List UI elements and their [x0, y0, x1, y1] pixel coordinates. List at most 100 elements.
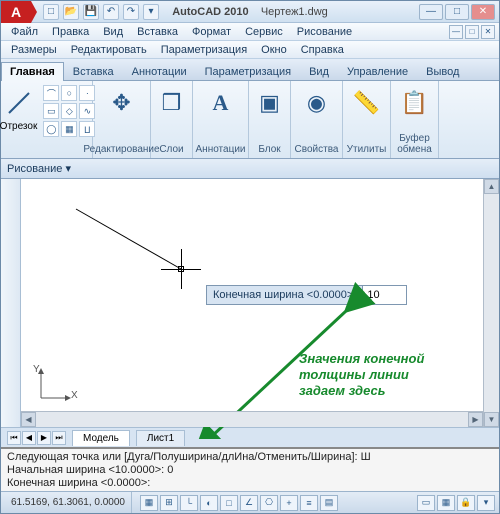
- measure-icon: 📏: [351, 87, 383, 119]
- line-tool-button[interactable]: Отрезок: [0, 85, 39, 134]
- child-restore-button[interactable]: □: [465, 25, 479, 39]
- model-button[interactable]: ▭: [417, 495, 435, 511]
- utilities-button[interactable]: 📏: [349, 85, 385, 121]
- qat-save-icon[interactable]: 💾: [83, 4, 99, 20]
- menu-draw[interactable]: Рисование: [291, 25, 358, 39]
- doc-name: Чертеж1.dwg: [261, 6, 328, 18]
- menu-edit[interactable]: Правка: [46, 25, 95, 39]
- tab-nav-next[interactable]: ▶: [37, 431, 51, 445]
- tab-annotate[interactable]: Аннотации: [123, 62, 196, 81]
- otrack-toggle-icon[interactable]: ∠: [240, 495, 258, 511]
- tab-insert[interactable]: Вставка: [64, 62, 123, 81]
- annotations-button[interactable]: A: [203, 85, 239, 121]
- menu-param[interactable]: Параметризация: [155, 43, 253, 57]
- menu-help[interactable]: Справка: [295, 43, 350, 57]
- circle-icon[interactable]: ○: [61, 85, 77, 101]
- qat-redo-icon[interactable]: ↷: [123, 4, 139, 20]
- prompt-label: Конечная ширина <0.0000>:: [206, 285, 363, 305]
- properties-button[interactable]: ◉: [299, 85, 335, 121]
- menu-file[interactable]: Файл: [5, 25, 44, 39]
- cmd-history-1: Следующая точка или [Дуга/Полуширина/длИ…: [7, 451, 493, 464]
- menu-modify[interactable]: Редактировать: [65, 43, 153, 57]
- app-menu-button[interactable]: A: [1, 1, 31, 23]
- draw-flyout-grid: ⌒ ○ · ▭ ◇ ∿ ◯ ▦ Ⳙ: [43, 85, 95, 137]
- menu-window[interactable]: Окно: [255, 43, 293, 57]
- color-wheel-icon: ◉: [301, 87, 333, 119]
- ducs-toggle-icon[interactable]: ⎔: [260, 495, 278, 511]
- prompt-input[interactable]: [363, 285, 407, 305]
- maximize-button[interactable]: □: [445, 4, 469, 20]
- rect-icon[interactable]: ▭: [43, 103, 59, 119]
- ribbon: Отрезок ⌒ ○ · ▭ ◇ ∿ ◯ ▦ Ⳙ ✥ Редактиров: [1, 81, 499, 159]
- minimize-button[interactable]: —: [419, 4, 443, 20]
- model-tab[interactable]: Модель: [72, 430, 130, 446]
- dyn-toggle-icon[interactable]: +: [280, 495, 298, 511]
- modify-panel-button[interactable]: ✥: [104, 85, 140, 121]
- tab-home[interactable]: Главная: [1, 62, 64, 81]
- menubar-row1: Файл Правка Вид Вставка Формат Сервис Ри…: [1, 23, 499, 41]
- ribbon-panel-strip: Рисование ▾: [1, 159, 499, 179]
- menu-view[interactable]: Вид: [97, 25, 129, 39]
- menu-service[interactable]: Сервис: [239, 25, 289, 39]
- qat-open-icon[interactable]: 📂: [63, 4, 79, 20]
- qat-more-icon[interactable]: ▾: [143, 4, 159, 20]
- tab-nav-first[interactable]: ⏮: [7, 431, 21, 445]
- text-icon: A: [205, 87, 237, 119]
- child-close-button[interactable]: ✕: [481, 25, 495, 39]
- vertical-scrollbar[interactable]: ▲ ▼: [483, 179, 499, 427]
- grid-toggle-icon[interactable]: ⊞: [160, 495, 178, 511]
- line-icon: [3, 87, 35, 119]
- tab-manage[interactable]: Управление: [338, 62, 417, 81]
- autocad-window: A □ 📂 💾 ↶ ↷ ▾ AutoCAD 2010 Чертеж1.dwg —…: [0, 0, 500, 514]
- coords-readout: 61.5169, 61.3061, 0.0000: [5, 492, 132, 513]
- status-toggles: ▦ ⊞ └ ◐ □ ∠ ⎔ + ≡ ▤: [140, 495, 338, 511]
- command-line[interactable]: Следующая точка или [Дуга/Полуширина/длИ…: [1, 447, 499, 491]
- cmd-history-2: Начальная ширина <10.0000>: 0: [7, 464, 493, 477]
- ortho-toggle-icon[interactable]: └: [180, 495, 198, 511]
- block-icon: ▣: [254, 87, 286, 119]
- ucs-y-label: Y: [33, 364, 40, 375]
- qat-undo-icon[interactable]: ↶: [103, 4, 119, 20]
- snap-toggle-icon[interactable]: ▦: [140, 495, 158, 511]
- quickview-icon[interactable]: ▦: [437, 495, 455, 511]
- ucs-icon: Y X: [33, 366, 73, 409]
- tab-nav-last[interactable]: ⏭: [52, 431, 66, 445]
- layers-label: Слои: [159, 143, 183, 156]
- tab-output[interactable]: Вывод: [417, 62, 468, 81]
- tab-param[interactable]: Параметризация: [196, 62, 300, 81]
- hatch-icon[interactable]: ▦: [61, 121, 77, 137]
- scroll-down-button[interactable]: ▼: [484, 412, 499, 427]
- child-minimize-button[interactable]: —: [449, 25, 463, 39]
- status-dropdown-icon[interactable]: ▾: [477, 495, 495, 511]
- layers-button[interactable]: ❒: [154, 85, 190, 121]
- lwt-toggle-icon[interactable]: ≡: [300, 495, 318, 511]
- draw-panel-dropdown[interactable]: Рисование ▾: [7, 162, 71, 175]
- qp-toggle-icon[interactable]: ▤: [320, 495, 338, 511]
- tab-nav: ⏮ ◀ ▶ ⏭: [7, 431, 66, 445]
- menu-insert[interactable]: Вставка: [131, 25, 184, 39]
- close-button[interactable]: ✕: [471, 4, 495, 20]
- clipboard-button[interactable]: 📋: [397, 85, 433, 121]
- polygon-icon[interactable]: ◇: [61, 103, 77, 119]
- lock-icon[interactable]: 🔒: [457, 495, 475, 511]
- scroll-right-button[interactable]: ▶: [468, 412, 483, 427]
- tab-view[interactable]: Вид: [300, 62, 338, 81]
- quick-access-toolbar: □ 📂 💾 ↶ ↷ ▾: [43, 4, 159, 20]
- scroll-left-button[interactable]: ◀: [21, 412, 36, 427]
- osnap-toggle-icon[interactable]: □: [220, 495, 238, 511]
- scroll-up-button[interactable]: ▲: [484, 179, 499, 194]
- polar-toggle-icon[interactable]: ◐: [200, 495, 218, 511]
- arc-icon[interactable]: ⌒: [43, 85, 59, 101]
- tab-nav-prev[interactable]: ◀: [22, 431, 36, 445]
- canvas[interactable]: Конечная ширина <0.0000>: Значения конеч…: [21, 179, 499, 427]
- menu-format[interactable]: Формат: [186, 25, 237, 39]
- horizontal-scrollbar[interactable]: ◀ ▶: [21, 411, 483, 427]
- block-button[interactable]: ▣: [252, 85, 288, 121]
- ribbon-tabs: Главная Вставка Аннотации Параметризация…: [1, 59, 499, 81]
- qat-new-icon[interactable]: □: [43, 4, 59, 20]
- left-toolbar[interactable]: [1, 179, 21, 427]
- sheet1-tab[interactable]: Лист1: [136, 430, 185, 446]
- ucs-x-label: X: [71, 390, 78, 401]
- ellipse-icon[interactable]: ◯: [43, 121, 59, 137]
- menu-dims[interactable]: Размеры: [5, 43, 63, 57]
